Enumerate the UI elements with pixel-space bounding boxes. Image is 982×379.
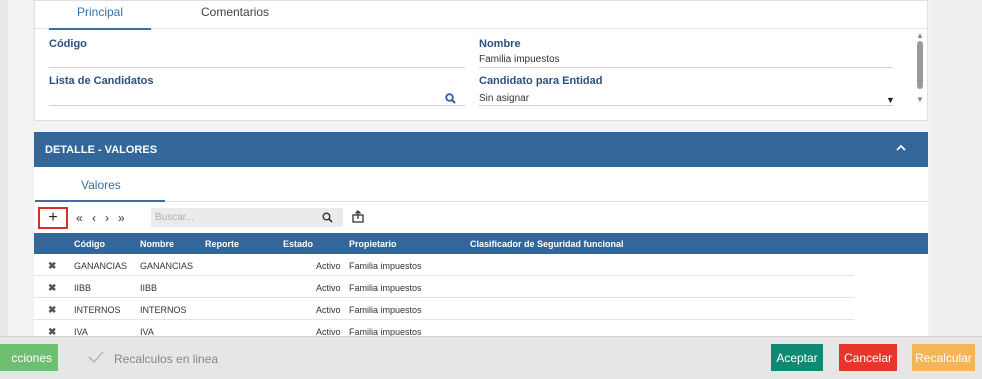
table-row[interactable]: ✖ IIBB IIBB Activo Familia impuestos [34,276,854,298]
lista-search-icon[interactable] [445,93,456,104]
search-icon[interactable] [322,212,333,223]
right-edge [930,0,982,379]
cell-propietario: Familia impuestos [349,283,422,293]
col-reporte[interactable]: Reporte [205,239,239,249]
recalculos-en-linea-label[interactable]: Recalculos en linea [114,352,218,366]
cell-propietario: Familia impuestos [349,305,422,315]
cell-codigo: GANANCIAS [74,261,128,271]
aceptar-button[interactable]: Aceptar [771,344,823,371]
recalcular-button[interactable]: Recalcular [912,344,975,371]
candidato-entidad-label: Candidato para Entidad [479,75,603,87]
table-row[interactable]: ✖ INTERNOS INTERNOS Activo Familia impue… [34,298,854,320]
main-form-card: Principal Comentarios Código Lista de Ca… [34,0,928,121]
scroll-down-icon[interactable]: ▼ [915,95,925,104]
edit-dialog: Principal Comentarios Código Lista de Ca… [8,0,930,342]
last-page-button[interactable]: » [118,211,125,225]
add-row-button[interactable]: + [38,207,68,229]
cancelar-button[interactable]: Cancelar [839,344,897,371]
check-icon[interactable] [87,350,105,364]
cell-estado: Activo [316,261,341,271]
cell-propietario: Familia impuestos [349,261,422,271]
cell-codigo: INTERNOS [74,305,121,315]
delete-row-icon[interactable]: ✖ [48,261,56,272]
form-scrollbar[interactable]: ▲ ▼ [915,31,925,109]
cell-estado: Activo [316,305,341,315]
collapse-chevron-icon[interactable] [896,144,906,152]
cell-codigo: IIBB [74,283,92,293]
dialog-footer: cciones Recalculos en linea Aceptar Canc… [0,336,982,379]
detalle-valores-section: DETALLE - VALORES Valores + « ‹ › » Busc… [34,132,928,342]
tab-valores[interactable]: Valores [35,178,165,202]
grid-search-input[interactable] [151,208,343,227]
section-tabs: Valores [34,167,928,202]
cell-nombre: GANANCIAS [140,261,194,271]
section-header[interactable]: DETALLE - VALORES [34,132,928,167]
table-header: Código Nombre Reporte Estado Propietario… [34,233,928,254]
table-row[interactable]: ✖ GANANCIAS GANANCIAS Activo Familia imp… [34,254,854,276]
grid-toolbar: + « ‹ › » [34,204,928,232]
nombre-label: Nombre [479,38,521,50]
delete-row-icon[interactable]: ✖ [48,305,56,316]
tab-principal[interactable]: Principal [48,5,152,30]
candidato-underline [479,105,893,106]
col-codigo[interactable]: Código [74,239,105,249]
col-clasificador[interactable]: Clasificador de Seguridad funcional [470,239,624,249]
nombre-field[interactable]: Familia impuestos [479,54,560,65]
left-edge [0,0,8,379]
cell-nombre: INTERNOS [140,305,187,315]
prev-page-button[interactable]: ‹ [92,211,96,225]
valores-table: Código Nombre Reporte Estado Propietario… [34,233,928,342]
candidato-entidad-select[interactable]: Sin asignar [479,93,529,104]
next-page-button[interactable]: › [105,211,109,225]
nombre-underline [479,67,893,68]
dropdown-arrow-icon[interactable]: ▼ [886,95,895,105]
cell-estado: Activo [316,283,341,293]
lista-underline [49,105,465,106]
col-estado[interactable]: Estado [283,239,313,249]
section-title: DETALLE - VALORES [45,144,158,156]
acciones-button[interactable]: cciones [0,344,58,371]
delete-row-icon[interactable]: ✖ [48,283,56,294]
lista-candidatos-label: Lista de Candidatos [49,75,154,87]
tab-comentarios[interactable]: Comentarios [201,5,269,19]
codigo-label: Código [49,38,87,50]
first-page-button[interactable]: « [76,211,83,225]
scroll-up-icon[interactable]: ▲ [915,31,925,40]
form-tabs: Principal Comentarios [35,1,927,30]
col-nombre[interactable]: Nombre [140,239,174,249]
codigo-underline [49,67,465,68]
cell-nombre: IIBB [140,283,158,293]
scrollbar-thumb[interactable] [917,41,923,89]
col-propietario[interactable]: Propietario [349,239,397,249]
export-icon[interactable] [352,210,364,223]
